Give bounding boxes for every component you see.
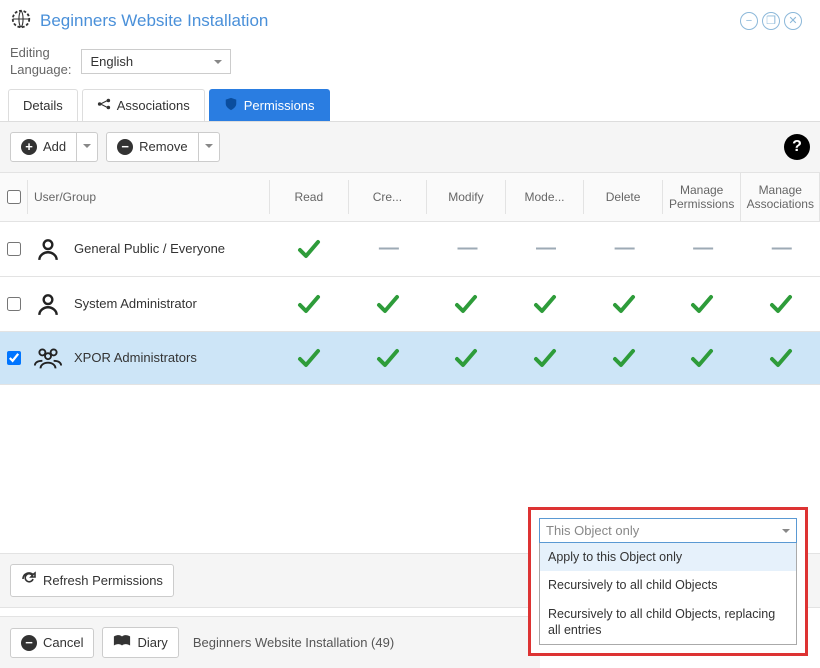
close-icon[interactable]: ✕ [784, 12, 802, 30]
col-manage-perm[interactable]: Manage Permissions [663, 173, 742, 221]
table-row[interactable]: System Administrator [0, 277, 820, 332]
perm-cell[interactable] [349, 286, 428, 322]
perm-cell[interactable] [584, 340, 663, 376]
perm-cell[interactable]: — [584, 229, 663, 268]
group-icon [32, 346, 64, 370]
remove-button[interactable]: −Remove [106, 132, 198, 162]
minimize-icon[interactable]: − [740, 12, 758, 30]
row-checkbox[interactable] [7, 242, 21, 256]
perm-cell[interactable] [427, 340, 506, 376]
associations-icon [97, 97, 111, 114]
col-create[interactable]: Cre... [349, 180, 428, 214]
apply-scope-select[interactable]: This Object only [539, 518, 797, 543]
person-icon [32, 291, 64, 317]
add-button[interactable]: +Add [10, 132, 77, 162]
refresh-icon [21, 571, 37, 590]
header-bar: Beginners Website Installation − ❐ ✕ [0, 0, 820, 41]
language-row: Editing Language: English [0, 41, 820, 89]
tab-associations[interactable]: Associations [82, 89, 205, 121]
perm-cell[interactable] [270, 286, 349, 322]
perm-cell[interactable]: — [349, 229, 428, 268]
col-moderate[interactable]: Mode... [506, 180, 585, 214]
plus-icon: + [21, 139, 37, 155]
cancel-icon: − [21, 635, 37, 651]
perm-cell[interactable] [270, 231, 349, 267]
row-checkbox[interactable] [7, 351, 21, 365]
shield-icon [224, 97, 238, 114]
globe-icon [10, 8, 32, 33]
help-button[interactable]: ? [784, 134, 810, 160]
perm-cell[interactable]: — [663, 229, 742, 268]
perm-cell[interactable] [506, 286, 585, 322]
table-row[interactable]: XPOR Administrators [0, 332, 820, 385]
perm-cell[interactable] [741, 340, 820, 376]
perm-cell[interactable] [427, 286, 506, 322]
perm-cell[interactable] [741, 286, 820, 322]
apply-scope-option[interactable]: Recursively to all child Objects, replac… [540, 600, 796, 645]
perm-cell[interactable]: — [427, 229, 506, 268]
page-title: Beginners Website Installation [40, 11, 268, 31]
toolbar: +Add −Remove ? [0, 122, 820, 173]
cancel-button[interactable]: −Cancel [10, 628, 94, 658]
table-header: User/Group Read Cre... Modify Mode... De… [0, 173, 820, 222]
col-read[interactable]: Read [270, 180, 349, 214]
breadcrumb: Beginners Website Installation (49) [193, 635, 394, 650]
col-manage-assoc[interactable]: Manage Associations [741, 173, 820, 221]
perm-cell[interactable] [584, 286, 663, 322]
diary-button[interactable]: Diary [102, 627, 178, 658]
perm-cell[interactable]: — [741, 229, 820, 268]
tabs: Details Associations Permissions [0, 89, 820, 122]
refresh-button[interactable]: Refresh Permissions [10, 564, 174, 597]
row-name: XPOR Administrators [74, 350, 197, 365]
select-all-checkbox[interactable] [7, 190, 21, 204]
add-dropdown[interactable] [77, 132, 98, 162]
person-icon [32, 236, 64, 262]
language-select[interactable]: English [81, 49, 231, 74]
row-name: General Public / Everyone [74, 241, 225, 256]
restore-icon[interactable]: ❐ [762, 12, 780, 30]
col-delete[interactable]: Delete [584, 180, 663, 214]
add-button-group: +Add [10, 132, 98, 162]
apply-scope-options: Apply to this Object only Recursively to… [539, 543, 797, 645]
perm-cell[interactable]: — [506, 229, 585, 268]
perm-cell[interactable] [506, 340, 585, 376]
book-icon [113, 634, 131, 651]
perm-cell[interactable] [663, 340, 742, 376]
perm-cell[interactable] [270, 340, 349, 376]
perm-cell[interactable] [349, 340, 428, 376]
row-checkbox[interactable] [7, 297, 21, 311]
perm-cell[interactable] [663, 286, 742, 322]
remove-dropdown[interactable] [199, 132, 220, 162]
minus-icon: − [117, 139, 133, 155]
row-name: System Administrator [74, 296, 197, 311]
remove-button-group: −Remove [106, 132, 219, 162]
apply-scope-option[interactable]: Apply to this Object only [540, 543, 796, 571]
footer-bar: −Cancel Diary Beginners Website Installa… [0, 616, 540, 668]
apply-scope-panel: This Object only Apply to this Object on… [528, 507, 808, 656]
tab-details[interactable]: Details [8, 89, 78, 121]
col-modify[interactable]: Modify [427, 180, 506, 214]
apply-scope-option[interactable]: Recursively to all child Objects [540, 571, 796, 599]
tab-permissions[interactable]: Permissions [209, 89, 330, 121]
table-row[interactable]: General Public / Everyone—————— [0, 222, 820, 277]
col-name[interactable]: User/Group [28, 180, 270, 214]
language-label: Editing Language: [10, 45, 71, 79]
